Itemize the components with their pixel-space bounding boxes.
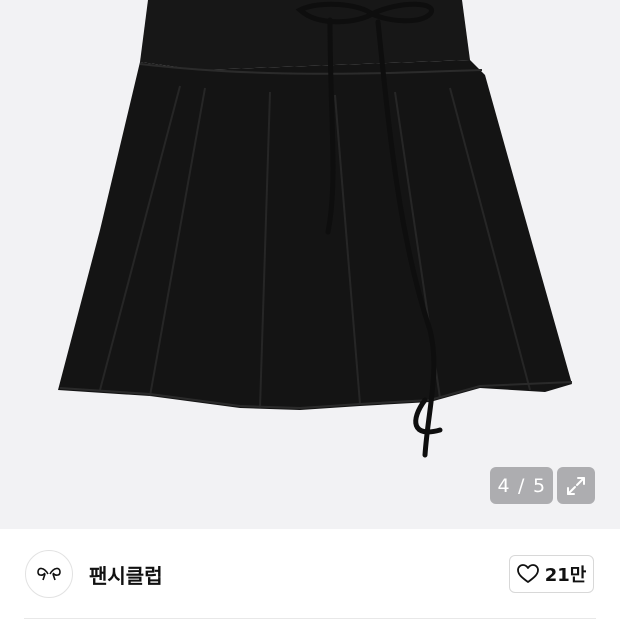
like-count: 21만 [544,565,587,586]
shop-avatar[interactable] [25,550,73,598]
like-button[interactable]: 21만 [509,555,594,593]
shop-logo-icon [37,567,61,581]
image-counter: 4 / 5 [490,467,553,504]
heart-outline-icon [516,564,539,583]
shop-info-bar: 팬시클럽 21만 [0,529,620,620]
product-image-gallery[interactable]: 4 / 5 [0,0,620,529]
expand-button[interactable] [557,467,595,504]
shop-name[interactable]: 팬시클럽 [89,560,163,589]
counter-total: 5 [532,474,546,497]
counter-separator: / [518,474,525,497]
counter-current: 4 [497,474,511,497]
divider [24,618,596,619]
product-photo [58,0,573,458]
expand-icon [567,476,585,495]
